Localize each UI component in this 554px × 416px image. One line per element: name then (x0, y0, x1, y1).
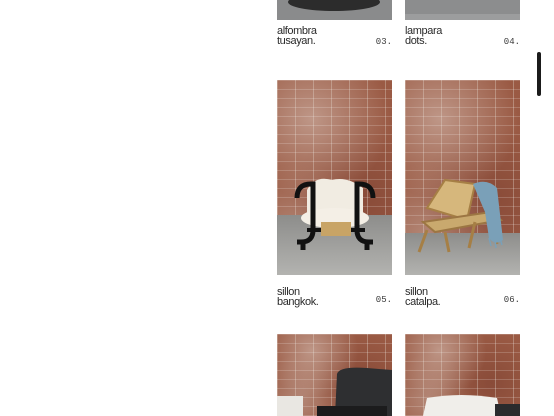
product-photo[interactable] (405, 80, 520, 275)
product-photo[interactable] (277, 334, 392, 416)
product-photo[interactable] (405, 0, 520, 20)
product-name[interactable]: sillon bangkok. (277, 287, 319, 308)
lamp-image (405, 0, 520, 20)
lamp-image (277, 367, 392, 416)
product-card-catalpa[interactable]: sillon catalpa. 06. (405, 80, 520, 308)
armchair-image (294, 178, 376, 250)
lounge-chair-image (417, 178, 504, 253)
product-card-next-1[interactable] (277, 334, 392, 416)
product-name[interactable]: lampara dots. (405, 26, 442, 47)
product-name[interactable]: sillon catalpa. (405, 287, 441, 308)
rug-image (277, 0, 392, 20)
scrollbar-thumb[interactable] (537, 52, 541, 96)
product-card-bangkok[interactable]: sillon bangkok. 05. (277, 80, 392, 308)
product-photo[interactable] (277, 80, 392, 275)
product-card-next-2[interactable] (405, 334, 520, 416)
lamp-image (423, 395, 520, 416)
product-number: 05. (375, 295, 392, 305)
product-name[interactable]: alfombra tusayan. (277, 26, 317, 47)
product-card-alfombra[interactable]: alfombra tusayan. 03. (277, 0, 392, 50)
product-number: 04. (503, 37, 520, 47)
product-number: 03. (375, 37, 392, 47)
product-photo[interactable] (277, 0, 392, 20)
product-number: 06. (503, 295, 520, 305)
product-photo[interactable] (405, 334, 520, 416)
product-card-lampara[interactable]: lampara dots. 04. (405, 0, 520, 50)
